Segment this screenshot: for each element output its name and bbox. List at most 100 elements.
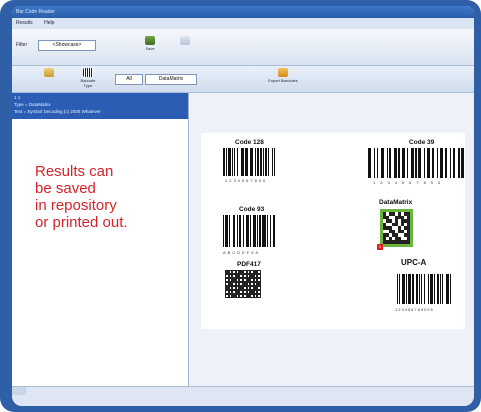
code128-barcode: [223, 148, 277, 176]
barcode-bar: [406, 148, 409, 178]
pdf417-gap: [240, 283, 242, 285]
barcode-bar: [412, 274, 415, 304]
barcode-bar: [236, 215, 238, 247]
results-list-pane: 1 1 Type = DataMatrix Text = Symbol Deco…: [12, 93, 189, 386]
main-toolbar: Filter <Showcase> Save: [12, 29, 474, 66]
barcode-bar: [253, 215, 256, 247]
secondary-toolbar: Barcode Type All DataMatrix Export Barco…: [12, 66, 474, 93]
data-field[interactable]: DataMatrix: [145, 74, 197, 85]
barcode-bar: [449, 274, 451, 304]
pdf417-gap: [229, 291, 232, 293]
pdf417-gap: [236, 279, 239, 281]
barcode-bar: [393, 148, 397, 178]
barcode-bar: [251, 148, 254, 176]
barcode-icon: [83, 68, 93, 77]
barcode-bar: [426, 148, 430, 178]
datamatrix-title: DataMatrix: [379, 199, 413, 206]
pdf417-gap: [247, 283, 250, 285]
barcode-bar: [397, 274, 399, 304]
filter-combo[interactable]: <Showcase>: [38, 40, 96, 51]
barcode-bar: [274, 148, 276, 176]
barcode-bar: [228, 215, 230, 247]
open-button[interactable]: [42, 68, 56, 86]
pdf417-gap: [244, 279, 246, 281]
menu-results[interactable]: Results: [16, 20, 33, 26]
barcode-bar: [250, 215, 252, 247]
barcode-bar: [423, 148, 426, 178]
barcode-bar: [432, 148, 434, 178]
barcode-bar: [223, 148, 225, 176]
horizontal-scrollbar[interactable]: [12, 387, 26, 395]
barcode-sheet: Code 128 1234567890 Code 39 1234567890 C…: [201, 133, 465, 329]
pdf417-barcode: [225, 270, 261, 298]
barcode-bar: [238, 215, 241, 247]
export-barcodes-label: Export Barcodes: [268, 78, 298, 83]
code93-barcode: [223, 215, 277, 247]
barcode-type-combo[interactable]: All: [115, 74, 143, 85]
barcode-bar: [245, 215, 249, 247]
barcode-bar: [433, 274, 435, 304]
result-line: Text = Symbol Decoding (c) 2005 Whatever: [14, 109, 101, 114]
app-window: Bar Code Reader Results Help Filter <Sho…: [12, 6, 474, 406]
pdf417-gap: [247, 291, 250, 293]
promo-text: Results can be saved in repository or pr…: [35, 163, 185, 231]
barcode-bar: [254, 148, 256, 176]
pdf417-gap: [244, 275, 246, 277]
barcode-bar: [424, 274, 426, 304]
pdf417-gap: [236, 295, 239, 297]
pdf417-gap: [233, 287, 235, 289]
barcode-bar: [376, 148, 379, 178]
pdf417-gap: [229, 295, 232, 297]
barcode-bar: [405, 274, 407, 304]
barcode-bar: [225, 148, 227, 176]
refresh-button[interactable]: [178, 36, 192, 54]
barcode-bar: [380, 148, 384, 178]
pdf417-gap: [233, 283, 235, 285]
export-barcodes-button[interactable]: Export Barcodes: [267, 68, 299, 86]
pdf417-gap: [244, 287, 246, 289]
barcode-bar: [439, 148, 443, 178]
save-button[interactable]: Save: [143, 36, 157, 54]
barcode-type-button[interactable]: Barcode Type: [76, 68, 100, 88]
menu-help[interactable]: Help: [44, 20, 54, 26]
pdf417-gap: [254, 275, 257, 277]
barcode-bar: [410, 148, 414, 178]
barcode-bar: [260, 148, 262, 176]
pdf417-gap: [226, 279, 228, 281]
barcode-bar: [452, 148, 456, 178]
barcode-type-label: Barcode Type: [80, 78, 96, 88]
pdf417-gap: [236, 287, 239, 289]
barcode-bar: [418, 148, 421, 178]
datamatrix-code: [383, 212, 410, 244]
barcode-bar: [436, 148, 439, 178]
promo-line: be saved: [35, 180, 96, 197]
barcode-bar: [407, 274, 412, 304]
barcode-bar: [242, 148, 245, 176]
barcode-bar: [436, 274, 440, 304]
pdf417-gap: [251, 283, 253, 285]
barcode-bar: [430, 274, 433, 304]
pdf417-gap: [233, 271, 235, 273]
pdf417-gap: [240, 291, 242, 293]
barcode-bar: [262, 215, 266, 247]
pdf417-gap: [233, 275, 235, 277]
pdf417-gap: [240, 295, 242, 297]
barcode-bar: [259, 215, 262, 247]
barcode-bar: [428, 274, 430, 304]
pdf417-gap: [244, 295, 246, 297]
barcode-bar: [240, 148, 242, 176]
upca-digits: 123456789005: [395, 307, 434, 312]
code39-barcode: [368, 148, 464, 178]
promo-line: Results can: [35, 163, 114, 180]
pdf417-gap: [247, 271, 250, 273]
promo-line: in repository: [35, 197, 117, 214]
barcode-bar: [373, 148, 376, 178]
pdf417-gap: [258, 291, 260, 293]
code39-digits: 1234567890: [373, 180, 446, 185]
results-list-item-selected[interactable]: 1 1 Type = DataMatrix Text = Symbol Deco…: [12, 93, 188, 119]
datamatrix-barcode: [380, 209, 413, 247]
barcode-bar: [270, 215, 272, 247]
pdf417-gap: [258, 275, 260, 277]
pdf417-gap: [244, 291, 246, 293]
pdf417-gap: [251, 287, 253, 289]
